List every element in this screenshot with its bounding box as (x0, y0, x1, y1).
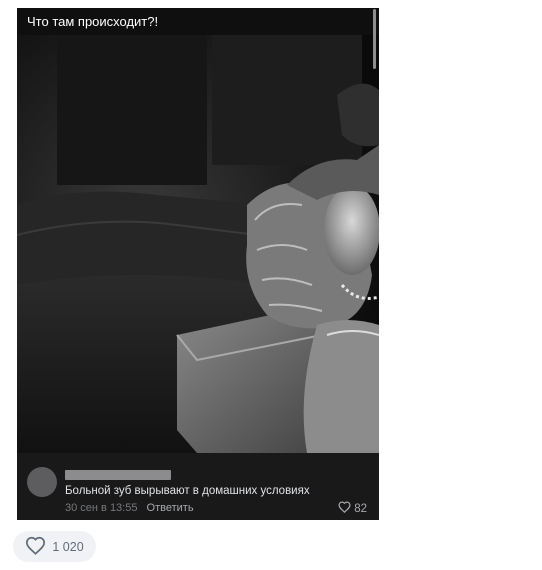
post-like-count: 1 020 (52, 539, 84, 554)
comment-like-count: 82 (354, 502, 367, 515)
comment-like-button[interactable]: 82 (338, 501, 367, 516)
page: Что там происходит?! Больной зуб вырываю… (0, 0, 542, 570)
reply-button[interactable]: Ответить (147, 502, 194, 514)
post-caption: Что там происходит?! (17, 8, 379, 35)
post-photo[interactable] (17, 35, 379, 453)
comment-meta: 30 сен в 13:55 Ответить (65, 502, 194, 514)
heart-icon (25, 536, 46, 558)
commenter-avatar[interactable] (27, 467, 57, 497)
comment: Больной зуб вырывают в домашних условиях… (17, 453, 379, 520)
scrollbar-thumb[interactable] (373, 9, 376, 69)
post-card: Что там происходит?! Больной зуб вырываю… (17, 8, 379, 520)
photo-illustration (17, 35, 379, 453)
comment-timestamp[interactable]: 30 сен в 13:55 (65, 502, 137, 514)
commenter-name-redacted[interactable] (65, 470, 171, 480)
comment-text: Больной зуб вырывают в домашних условиях (65, 485, 310, 497)
post-like-button[interactable]: 1 020 (13, 531, 96, 562)
heart-icon (338, 501, 351, 516)
